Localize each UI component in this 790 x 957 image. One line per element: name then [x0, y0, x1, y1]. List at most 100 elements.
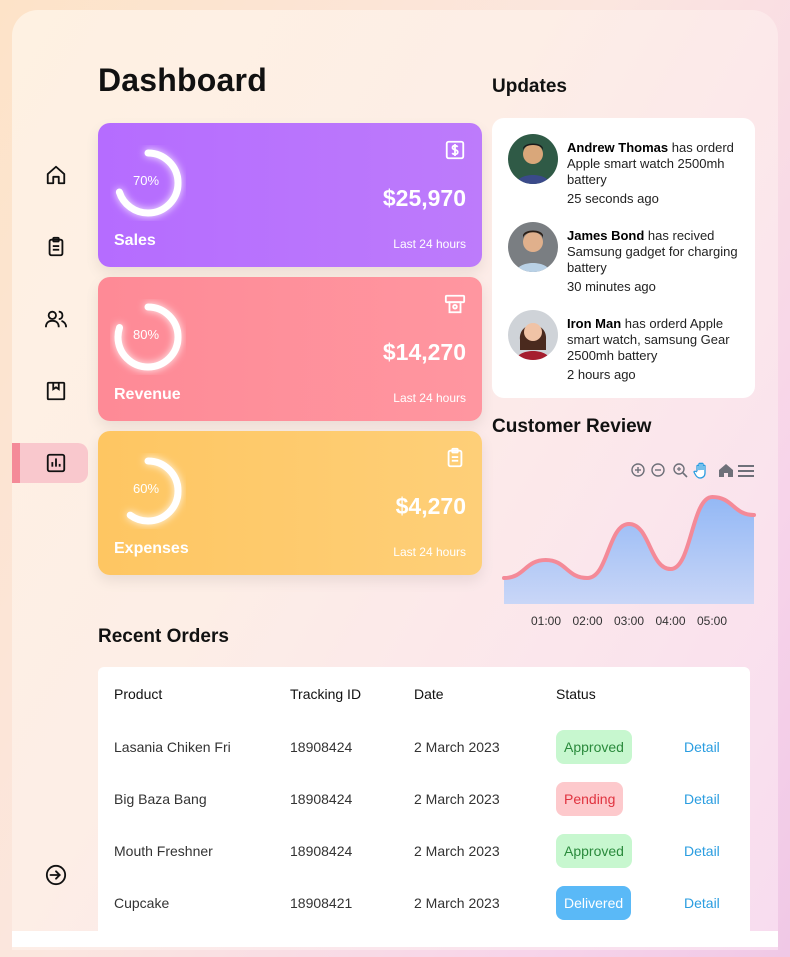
- x-tick-label: 05:00: [697, 614, 727, 628]
- dollar-icon: [445, 140, 465, 160]
- updates-panel: Andrew Thomas has orderd Apple smart wat…: [492, 118, 755, 398]
- cell-status: Approved: [556, 825, 684, 877]
- update-user-name: Iron Man: [567, 316, 622, 331]
- expenses-period: Last 24 hours: [393, 545, 466, 559]
- logout-icon: [45, 864, 67, 886]
- status-badge: Approved: [556, 834, 632, 868]
- cell-tracking-id: 18908421: [290, 895, 353, 911]
- update-time: 25 seconds ago: [567, 191, 659, 206]
- update-time: 30 minutes ago: [567, 279, 656, 294]
- review-chart-svg: 01:00 02:00 03:00 04:00 05:00: [502, 462, 756, 628]
- status-badge: Approved: [556, 730, 632, 764]
- update-text: James Bond has recived Samsung gadget fo…: [567, 228, 742, 276]
- header-date: Date: [414, 686, 444, 702]
- cell-tracking-id: 18908424: [290, 739, 353, 755]
- x-tick-label: 01:00: [531, 614, 561, 628]
- sales-percent: 70%: [132, 173, 160, 188]
- app-window: Dashboard 70% $25,970 Sales Last 24 hour…: [12, 10, 778, 950]
- cell-product: Cupcake: [114, 895, 170, 911]
- update-time: 2 hours ago: [567, 367, 636, 382]
- header-tracking-id: Tracking ID: [290, 686, 362, 702]
- x-axis-ticks: 01:00 02:00 03:00 04:00 05:00: [531, 614, 727, 628]
- detail-link[interactable]: Detail: [684, 739, 720, 755]
- sales-label: Sales: [114, 232, 156, 249]
- customer-review-chart[interactable]: 01:00 02:00 03:00 04:00 05:00: [492, 458, 758, 628]
- sidebar-item-customers[interactable]: [36, 301, 76, 337]
- cell-date: 2 March 2023: [414, 843, 500, 859]
- menu-icon[interactable]: [738, 465, 754, 477]
- update-text: Iron Man has orderd Apple smart watch, s…: [567, 316, 742, 364]
- review-area-series: [504, 497, 754, 604]
- revenue-card[interactable]: 80% $14,270 Revenue Last 24 hours: [98, 277, 482, 421]
- atm-icon: [444, 294, 466, 314]
- revenue-period: Last 24 hours: [393, 391, 466, 405]
- header-action: [684, 667, 750, 721]
- cell-date: 2 March 2023: [414, 895, 500, 911]
- revenue-amount: $14,270: [382, 339, 466, 365]
- update-user-name: Andrew Thomas: [567, 140, 669, 155]
- recent-orders-title: Recent Orders: [98, 626, 229, 647]
- x-tick-label: 02:00: [572, 614, 602, 628]
- bar-chart-icon: [46, 453, 66, 473]
- cell-date: 2 March 2023: [414, 791, 500, 807]
- updates-title: Updates: [492, 76, 567, 97]
- expenses-label: Expenses: [114, 540, 189, 557]
- cell-tracking-id: 18908424: [290, 843, 353, 859]
- users-icon: [45, 310, 67, 328]
- orders-table: Product Tracking ID Date Status Lasania …: [98, 667, 750, 929]
- chart-toolbar: [631, 462, 754, 479]
- clipboard-icon: [447, 447, 463, 468]
- table-row: Mouth Freshner 18908424 2 March 2023 App…: [98, 825, 750, 877]
- cell-action: Detail: [684, 773, 750, 825]
- avatar: [508, 134, 558, 184]
- update-user-name: James Bond: [567, 228, 645, 243]
- revenue-percent: 80%: [132, 327, 160, 342]
- cell-status: Delivered: [556, 877, 684, 929]
- table-header-row: Product Tracking ID Date Status: [98, 667, 750, 721]
- table-row: Cupcake 18908421 2 March 2023 Delivered …: [98, 877, 750, 929]
- sidebar-item-orders[interactable]: [36, 229, 76, 265]
- orders-table-card: Product Tracking ID Date Status Lasania …: [98, 667, 750, 941]
- cell-action: Detail: [684, 877, 750, 929]
- cell-product: Mouth Freshner: [114, 843, 213, 859]
- magnifier-icon[interactable]: [673, 463, 688, 478]
- logout-button[interactable]: [36, 857, 76, 893]
- x-tick-label: 04:00: [655, 614, 685, 628]
- sales-card[interactable]: 70% $25,970 Sales Last 24 hours: [98, 123, 482, 267]
- page-title: Dashboard: [98, 62, 267, 98]
- status-badge: Pending: [556, 782, 624, 816]
- update-text: Andrew Thomas has orderd Apple smart wat…: [567, 140, 742, 188]
- clipboard-icon: [48, 236, 64, 257]
- expenses-amount: $4,270: [395, 493, 466, 519]
- zoom-in-icon[interactable]: [631, 463, 645, 477]
- cell-product: Big Baza Bang: [114, 791, 207, 807]
- sidebar-item-analytics[interactable]: [36, 445, 76, 481]
- sales-period: Last 24 hours: [393, 237, 466, 251]
- cell-status: Approved: [556, 721, 684, 773]
- zoom-out-icon[interactable]: [651, 463, 665, 477]
- revenue-label: Revenue: [114, 386, 181, 403]
- bottom-strip: [12, 931, 778, 947]
- sidebar-active-indicator: [12, 443, 20, 483]
- sidebar-item-home[interactable]: [36, 157, 76, 193]
- detail-link[interactable]: Detail: [684, 895, 720, 911]
- customer-review-title: Customer Review: [492, 416, 652, 437]
- sidebar-item-products[interactable]: [36, 373, 76, 409]
- table-row: Big Baza Bang 18908424 2 March 2023 Pend…: [98, 773, 750, 825]
- avatar: [508, 222, 558, 272]
- pan-hand-icon[interactable]: [693, 462, 706, 479]
- detail-link[interactable]: Detail: [684, 791, 720, 807]
- detail-link[interactable]: Detail: [684, 843, 720, 859]
- home-icon[interactable]: [719, 464, 733, 477]
- cell-product: Lasania Chiken Fri: [114, 739, 231, 755]
- cell-action: Detail: [684, 721, 750, 773]
- x-tick-label: 03:00: [614, 614, 644, 628]
- cell-date: 2 March 2023: [414, 739, 500, 755]
- expenses-card[interactable]: 60% $4,270 Expenses Last 24 hours: [98, 431, 482, 575]
- cell-tracking-id: 18908424: [290, 791, 353, 807]
- status-badge: Delivered: [556, 886, 632, 920]
- header-product: Product: [114, 686, 163, 702]
- home-icon: [46, 165, 66, 185]
- header-status: Status: [556, 686, 596, 702]
- cell-status: Pending: [556, 773, 684, 825]
